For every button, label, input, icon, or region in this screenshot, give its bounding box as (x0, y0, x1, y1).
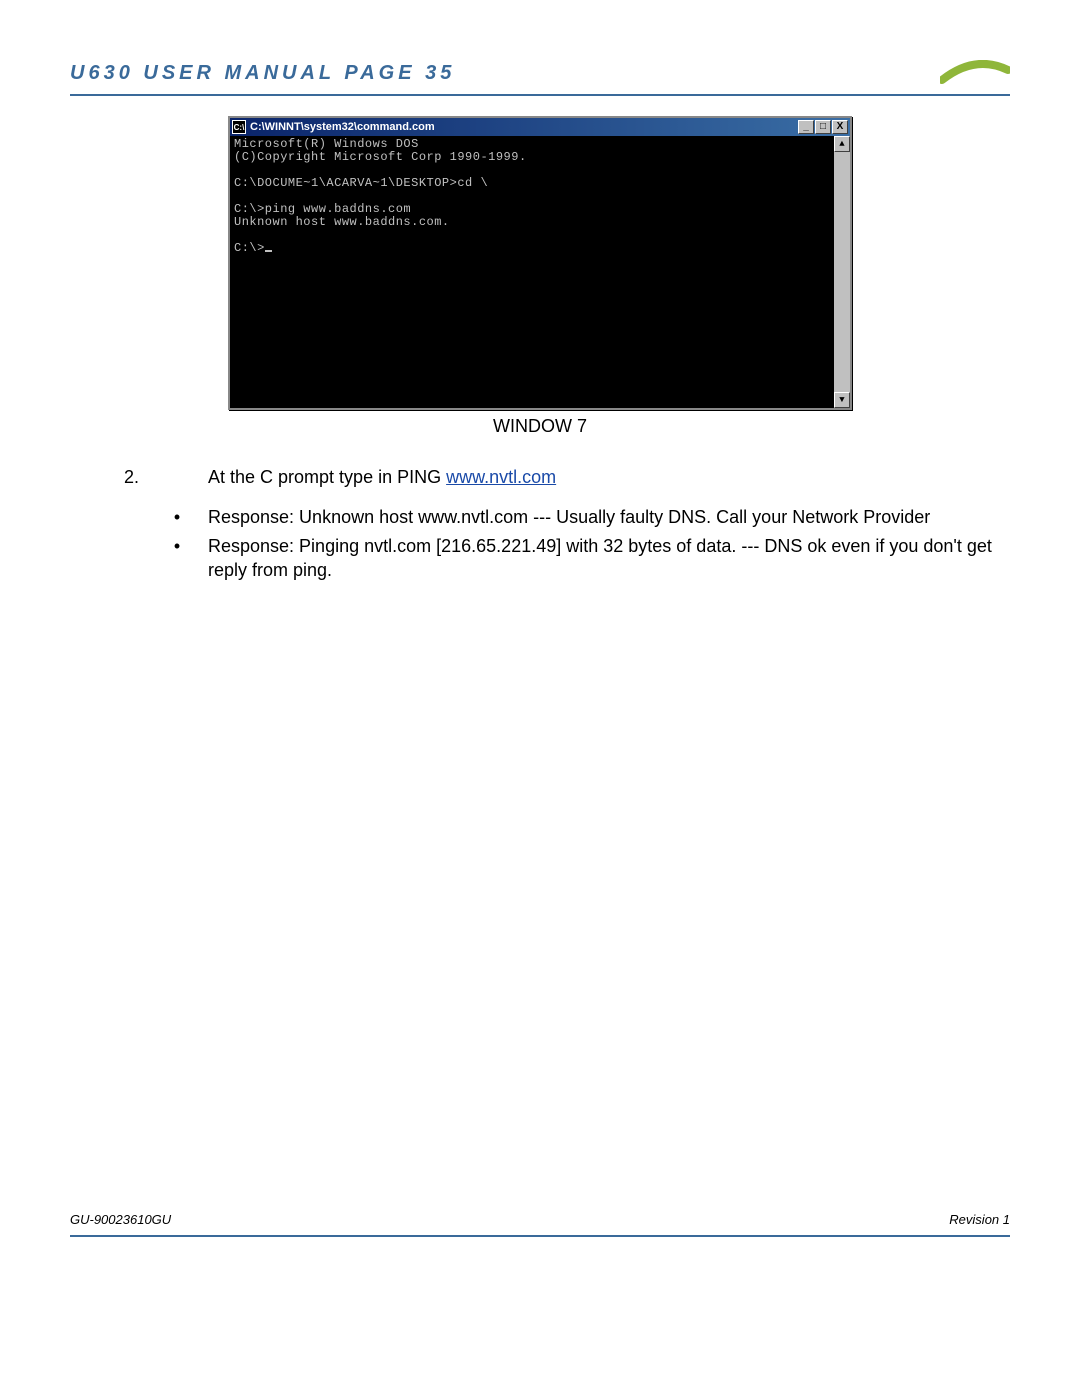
terminal-line: Microsoft(R) Windows DOS (234, 137, 419, 151)
terminal-output: Microsoft(R) Windows DOS (C)Copyright Mi… (230, 136, 834, 408)
command-prompt-window: C:\ C:\WINNT\system32\command.com _ □ X … (228, 116, 852, 410)
terminal-prompt: C:\> (234, 241, 265, 255)
list-item: • Response: Unknown host www.nvtl.com --… (172, 505, 996, 529)
figure-caption: WINDOW 7 (70, 416, 1010, 437)
terminal-line: C:\>ping www.baddns.com (234, 202, 411, 216)
window-titlebar: C:\ C:\WINNT\system32\command.com _ □ X (230, 118, 850, 136)
brand-logo-icon (940, 60, 1010, 86)
terminal-line: C:\DOCUME~1\ACARVA~1\DESKTOP>cd \ (234, 176, 488, 190)
list-item: • Response: Pinging nvtl.com [216.65.221… (172, 534, 996, 583)
step-text-prefix: At the C prompt type in PING (208, 467, 446, 487)
step-number: 2. (84, 465, 174, 489)
scrollbar[interactable]: ▲ ▼ (834, 136, 850, 408)
footer-doc-id: GU-90023610GU (70, 1212, 171, 1227)
footer-divider (70, 1235, 1010, 1237)
response-text: Response: Unknown host www.nvtl.com --- … (208, 505, 996, 529)
window-title-text: C:\WINNT\system32\command.com (250, 121, 435, 133)
header-divider (70, 94, 1010, 96)
ping-target-link[interactable]: www.nvtl.com (446, 467, 556, 487)
minimize-button[interactable]: _ (798, 120, 814, 134)
step-item: 2. At the C prompt type in PING www.nvtl… (84, 465, 996, 489)
terminal-line: (C)Copyright Microsoft Corp 1990-1999. (234, 150, 527, 164)
cursor-icon (265, 250, 272, 252)
step-text: At the C prompt type in PING www.nvtl.co… (208, 465, 556, 489)
scroll-down-icon[interactable]: ▼ (834, 392, 850, 408)
bullet-icon: • (172, 505, 182, 529)
close-button[interactable]: X (832, 120, 848, 134)
bullet-icon: • (172, 534, 182, 583)
scroll-up-icon[interactable]: ▲ (834, 136, 850, 152)
footer-revision: Revision 1 (949, 1212, 1010, 1227)
maximize-button[interactable]: □ (815, 120, 831, 134)
terminal-line: Unknown host www.baddns.com. (234, 215, 450, 229)
page-header-title: U630 USER MANUAL PAGE 35 (70, 62, 455, 85)
response-text: Response: Pinging nvtl.com [216.65.221.4… (208, 534, 996, 583)
system-menu-icon: C:\ (232, 120, 246, 134)
